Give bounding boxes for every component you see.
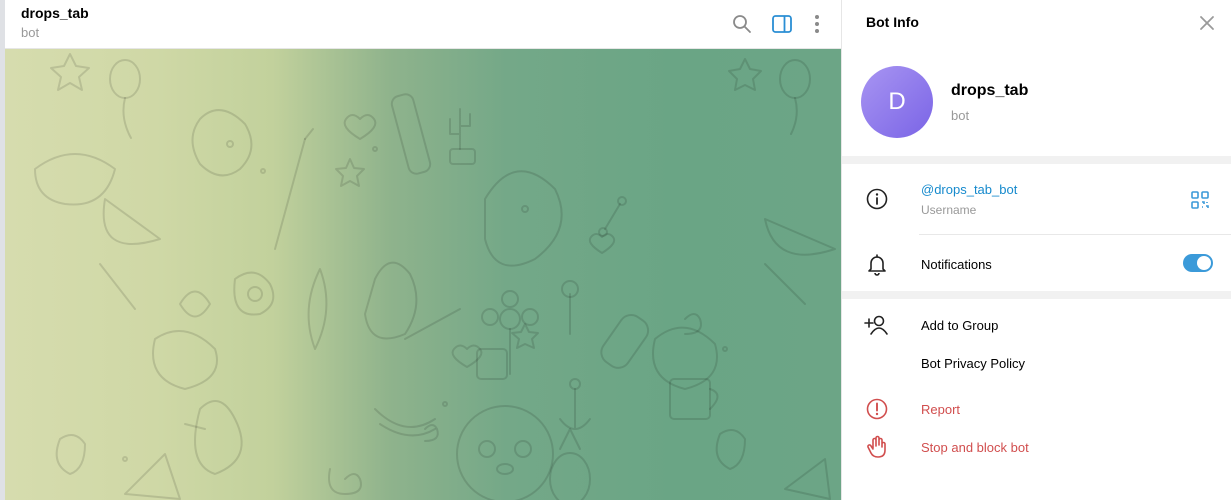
add-user-icon bbox=[864, 312, 890, 338]
hand-stop-icon bbox=[864, 434, 890, 460]
section-divider bbox=[842, 291, 1231, 299]
add-to-group-button[interactable]: Add to Group bbox=[921, 318, 998, 333]
report-icon bbox=[864, 396, 890, 422]
search-icon[interactable] bbox=[729, 11, 755, 37]
avatar-letter: D bbox=[888, 88, 906, 115]
panel-title: Bot Info bbox=[866, 14, 919, 30]
info-icon bbox=[864, 186, 890, 212]
notifications-toggle[interactable] bbox=[1183, 254, 1213, 272]
sidebar-panel-icon[interactable] bbox=[769, 11, 795, 37]
chat-area: drops_tab bot bbox=[0, 0, 841, 500]
chat-header[interactable]: drops_tab bot bbox=[5, 0, 841, 49]
toggle-knob bbox=[1197, 256, 1211, 270]
chat-wallpaper bbox=[5, 49, 841, 500]
notifications-label: Notifications bbox=[921, 257, 992, 272]
report-button[interactable]: Report bbox=[921, 402, 960, 417]
section-divider bbox=[842, 156, 1231, 164]
chat-subtitle: bot bbox=[21, 25, 40, 40]
username-caption: Username bbox=[921, 203, 977, 217]
chat-title[interactable]: drops_tab bbox=[21, 5, 89, 21]
close-icon[interactable] bbox=[1196, 12, 1218, 34]
bot-info-panel: Bot Info D drops_tab bot @drops_tab_bot … bbox=[841, 0, 1231, 500]
bell-icon bbox=[864, 251, 890, 277]
stop-and-block-button[interactable]: Stop and block bot bbox=[921, 440, 1029, 455]
row-divider bbox=[919, 234, 1231, 235]
wallpaper-doodles bbox=[34, 53, 836, 500]
avatar[interactable]: D bbox=[861, 66, 933, 138]
qr-code-icon[interactable] bbox=[1190, 190, 1210, 210]
username-link[interactable]: @drops_tab_bot bbox=[921, 182, 1017, 197]
bot-privacy-policy-button[interactable]: Bot Privacy Policy bbox=[921, 356, 1025, 371]
profile-subtitle: bot bbox=[951, 108, 970, 123]
profile-name: drops_tab bbox=[951, 82, 1029, 99]
more-vertical-icon[interactable] bbox=[804, 11, 830, 37]
